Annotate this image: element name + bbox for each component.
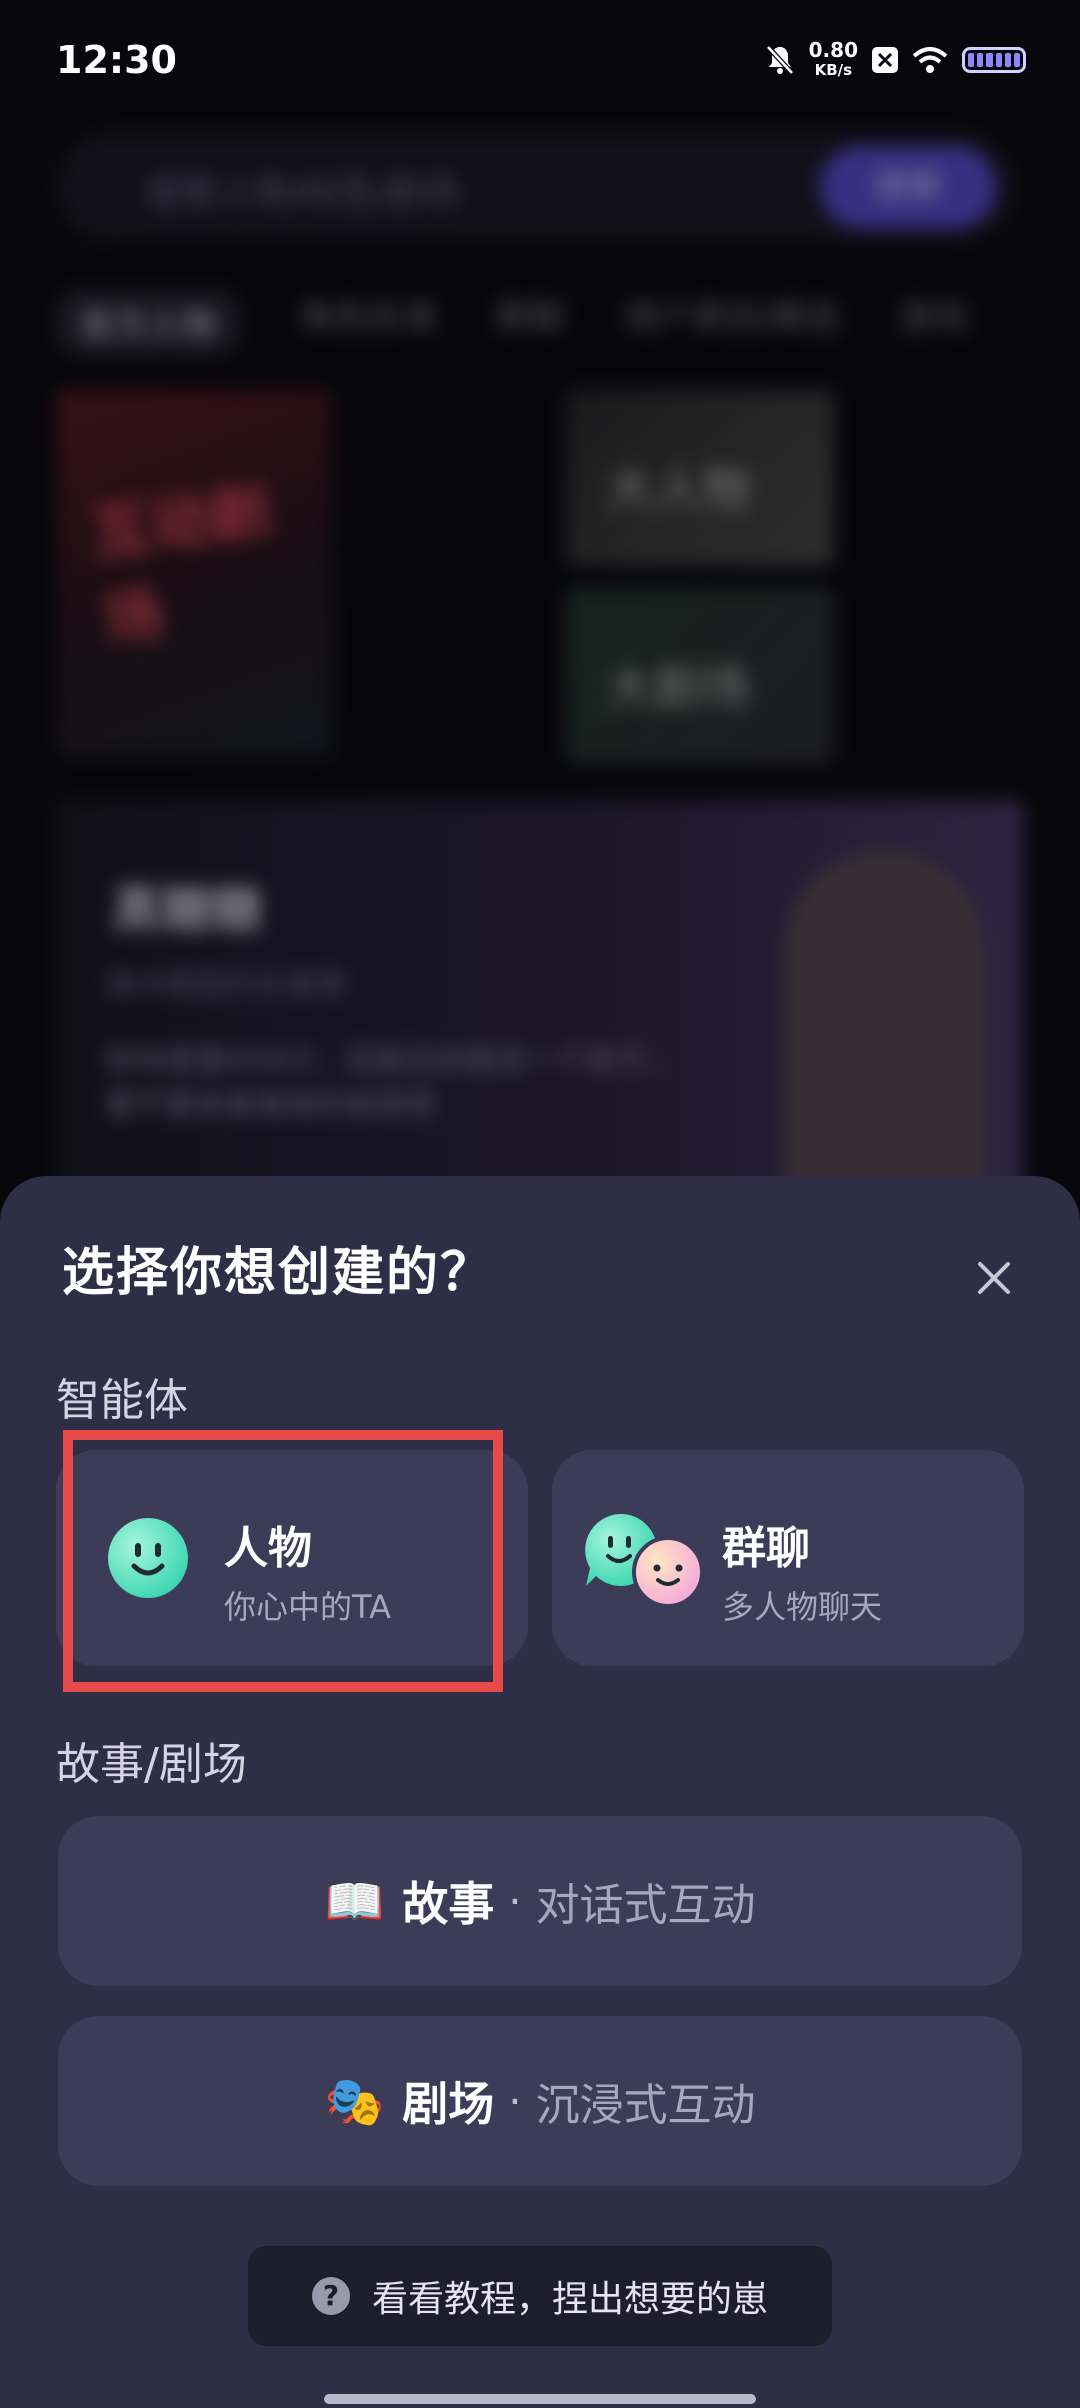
separator-dot: ·: [508, 1876, 522, 1926]
character-option-button[interactable]: 人物 你心中的TA: [56, 1450, 528, 1666]
theater-option-label: 剧场: [402, 2077, 495, 2131]
character-option-label: 人物: [224, 1523, 312, 1574]
battery-icon: [962, 47, 1026, 73]
network-speed-unit: KB/s: [814, 61, 853, 79]
story-option-label: 故事: [402, 1877, 495, 1931]
separator-dot: ·: [508, 2076, 522, 2126]
status-bar: 12:30 0.80 KB/s: [0, 0, 1080, 120]
smiley-icon: [108, 1518, 188, 1598]
group-chat-icon: [585, 1513, 704, 1608]
network-speed-value: 0.80: [808, 38, 858, 62]
home-indicator[interactable]: [324, 2394, 756, 2404]
group-chat-option-button[interactable]: 群聊 多人物聊天: [552, 1450, 1024, 1666]
tutorial-label: 看看教程，捏出想要的崽: [371, 2279, 768, 2320]
theater-masks-icon: 🎭: [324, 2073, 385, 2130]
group-chat-option-description: 多人物聊天: [722, 1588, 883, 1626]
create-bottom-sheet: 选择你想创建的？ 智能体 人物 你心中的TA 群聊 多人物聊天 故事/剧场 📖 …: [0, 1176, 1080, 2408]
x-app-icon: [872, 47, 898, 73]
tutorial-button[interactable]: ? 看看教程，捏出想要的崽: [248, 2246, 832, 2346]
character-option-description: 你心中的TA: [224, 1588, 391, 1626]
theater-option-description: 沉浸式互动: [535, 2080, 756, 2131]
group-chat-option-label: 群聊: [722, 1523, 810, 1574]
book-icon: 📖: [324, 1873, 385, 1930]
bell-mute-icon: [765, 45, 794, 75]
section-label-story-theater: 故事/剧场: [56, 1739, 247, 1790]
question-icon: ?: [311, 2277, 350, 2315]
status-time: 12:30: [56, 38, 177, 82]
section-label-agents: 智能体: [56, 1375, 188, 1426]
wifi-icon: [912, 47, 948, 73]
status-icons: 0.80 KB/s: [765, 40, 1026, 80]
sheet-title: 选择你想创建的？: [62, 1243, 495, 1303]
network-speed: 0.80 KB/s: [809, 40, 858, 80]
story-option-button[interactable]: 📖 故事 · 对话式互动: [58, 1816, 1022, 1986]
story-option-description: 对话式互动: [535, 1880, 756, 1931]
close-icon[interactable]: [972, 1256, 1016, 1300]
theater-option-button[interactable]: 🎭 剧场 · 沉浸式互动: [58, 2016, 1022, 2186]
